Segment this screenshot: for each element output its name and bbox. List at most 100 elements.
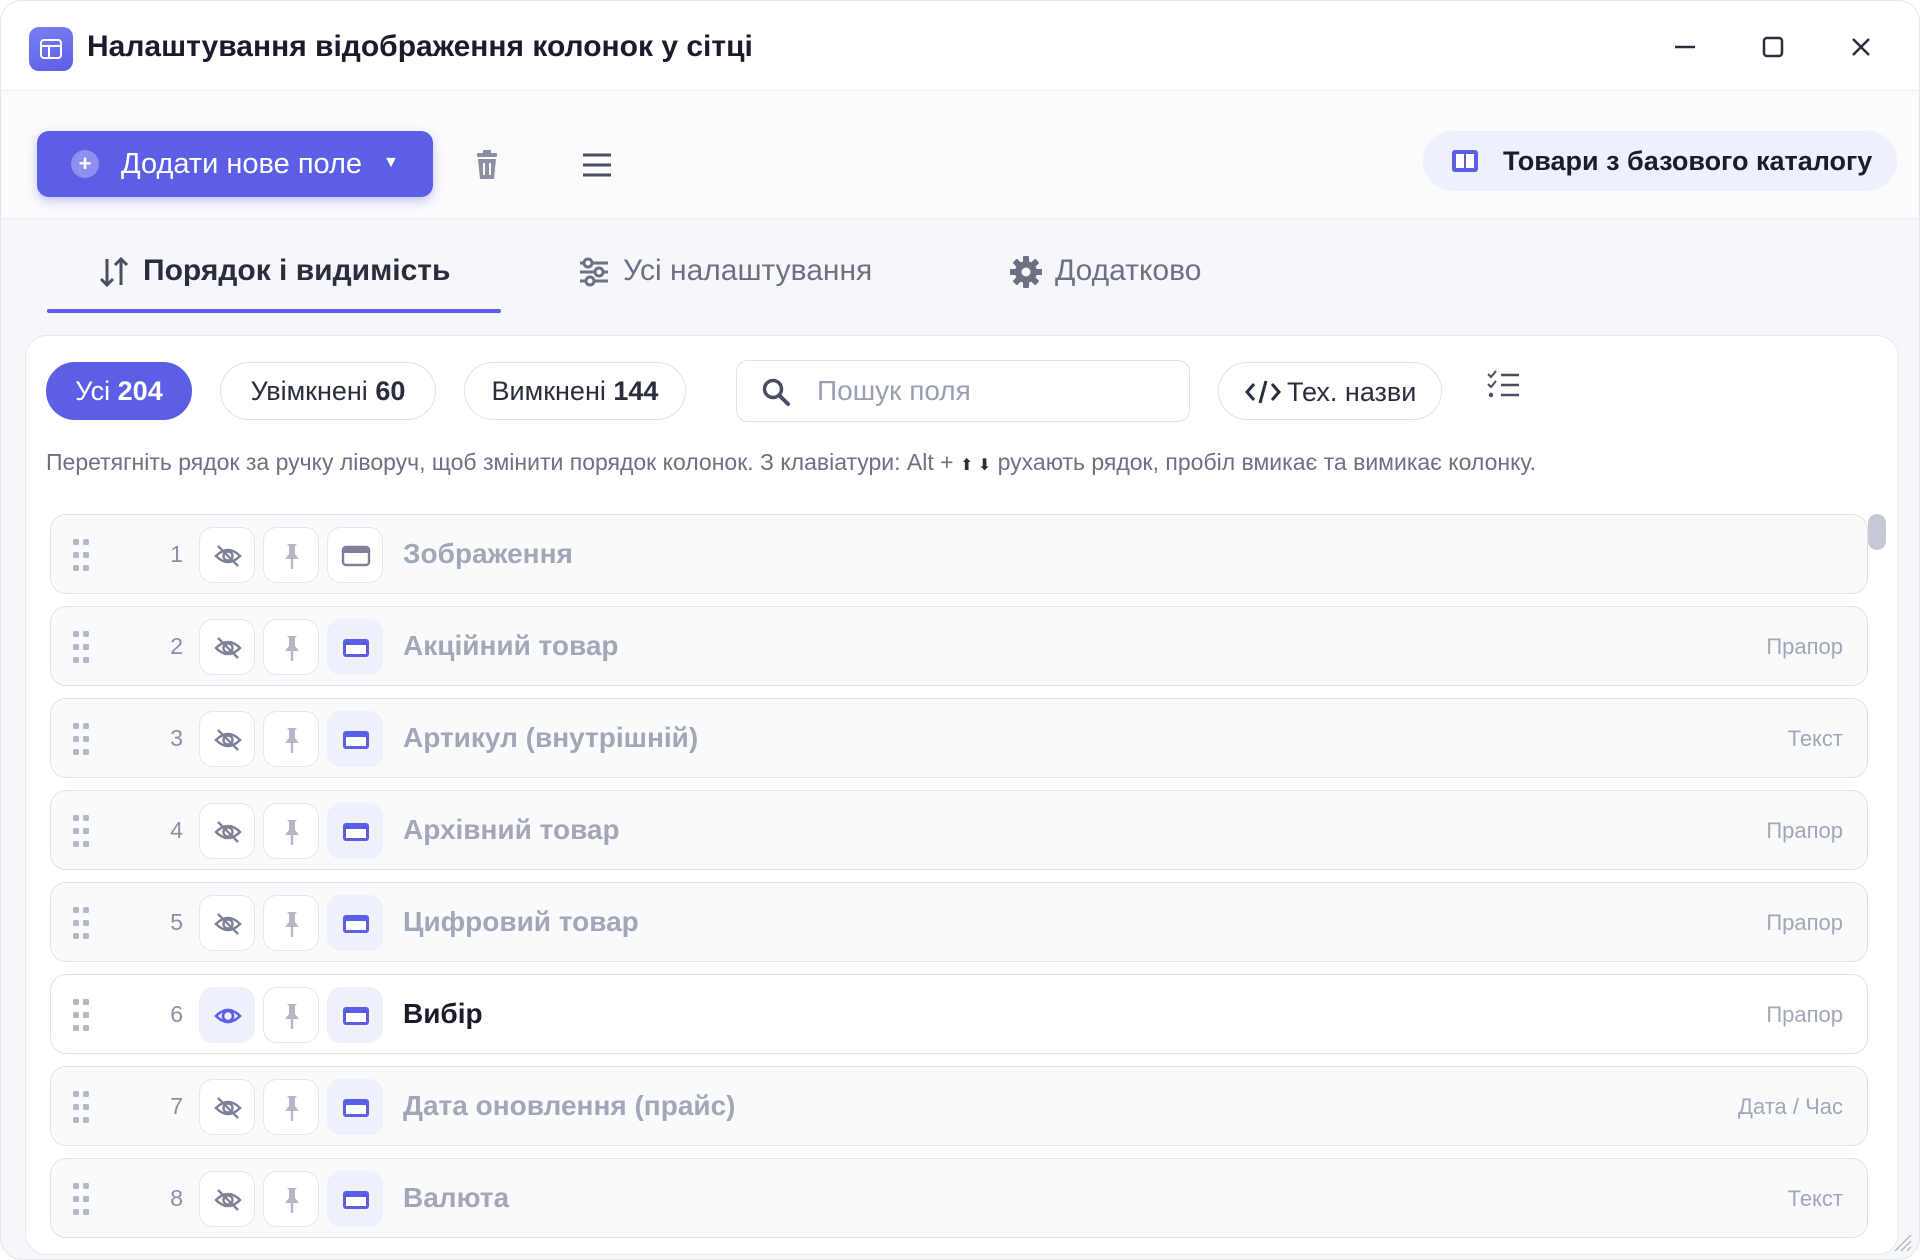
visibility-toggle[interactable] <box>199 987 255 1043</box>
pin-toggle[interactable] <box>263 895 319 951</box>
visibility-toggle[interactable] <box>199 1171 255 1227</box>
window-title: Налаштування відображення колонок у сітц… <box>87 30 753 63</box>
eye-off-icon <box>214 913 242 935</box>
pin-toggle[interactable] <box>263 987 319 1043</box>
tab-bar: Порядок і видимість Усі налаштування Дод… <box>1 219 1919 315</box>
column-row[interactable]: 3 Артикул (внутрішній) Текст <box>50 698 1868 778</box>
column-row[interactable]: 6 Вибір Прапор <box>50 974 1868 1054</box>
eye-off-icon <box>214 1097 242 1119</box>
pin-icon <box>285 544 299 569</box>
column-settings-button[interactable] <box>327 711 383 767</box>
drag-handle-icon[interactable] <box>73 723 91 755</box>
visibility-toggle[interactable] <box>199 527 255 583</box>
field-type: Прапор <box>1766 910 1843 935</box>
drag-handle-icon[interactable] <box>73 999 91 1031</box>
row-number: 8 <box>170 1185 183 1211</box>
catalog-selector-button[interactable]: Товари з базового каталогу <box>1423 131 1897 191</box>
pin-toggle[interactable] <box>263 711 319 767</box>
drag-handle-icon[interactable] <box>73 631 91 663</box>
pin-toggle[interactable] <box>263 803 319 859</box>
column-icon <box>343 1191 369 1209</box>
field-name: Валюта <box>403 1182 510 1213</box>
field-name: Дата оновлення (прайс) <box>403 1090 736 1121</box>
columns-panel: Усі 204 Увімкнені 60 Вимкнені 144 Тех. н… <box>25 335 1899 1255</box>
eye-off-icon <box>214 545 242 567</box>
visibility-toggle[interactable] <box>199 711 255 767</box>
plus-icon: + <box>71 150 99 178</box>
column-settings-button[interactable] <box>327 987 383 1043</box>
search-input[interactable] <box>817 371 1167 411</box>
tab-label: Порядок і видимість <box>143 254 451 287</box>
visibility-toggle[interactable] <box>199 803 255 859</box>
column-icon <box>343 731 369 749</box>
field-name: Вибір <box>403 998 483 1029</box>
field-type: Прапор <box>1766 634 1843 659</box>
column-settings-button[interactable] <box>327 1171 383 1227</box>
filter-count: 204 <box>117 376 163 406</box>
pin-toggle[interactable] <box>263 1079 319 1135</box>
add-field-button[interactable]: + Додати нове поле ▼ <box>37 131 433 197</box>
menu-icon[interactable] <box>577 145 617 185</box>
filter-all-chip[interactable]: Усі 204 <box>46 362 192 420</box>
column-row[interactable]: 8 Валюта Текст <box>50 1158 1868 1238</box>
column-settings-button[interactable] <box>327 619 383 675</box>
resize-grip-icon[interactable] <box>1889 1229 1913 1253</box>
tab-order-visibility[interactable]: Порядок і видимість <box>97 249 497 293</box>
tab-additional[interactable]: Додатково <box>1009 249 1269 293</box>
column-row[interactable]: 7 Дата оновлення (прайс) Дата / Час <box>50 1066 1868 1146</box>
filter-label: Усі <box>75 376 111 406</box>
column-settings-button[interactable] <box>327 527 383 583</box>
tab-all-settings[interactable]: Усі налаштування <box>577 249 917 293</box>
column-row[interactable]: 5 Цифровий товар Прапор <box>50 882 1868 962</box>
caret-down-icon: ▼ <box>383 154 399 171</box>
row-number: 5 <box>170 909 183 935</box>
drag-handle-icon[interactable] <box>73 1183 91 1215</box>
hint-part: Перетягніть рядок за ручку ліворуч, щоб … <box>46 449 954 475</box>
drag-handle-icon[interactable] <box>73 907 91 939</box>
field-name: Архівний товар <box>403 814 620 845</box>
row-number: 2 <box>170 633 183 659</box>
column-row[interactable]: 4 Архівний товар Прапор <box>50 790 1868 870</box>
filter-disabled-chip[interactable]: Вимкнені 144 <box>464 362 686 420</box>
checklist-icon[interactable] <box>1486 368 1522 404</box>
close-button[interactable] <box>1843 29 1879 65</box>
tech-names-toggle[interactable]: Тех. назви <box>1218 362 1442 420</box>
field-type: Текст <box>1787 726 1843 751</box>
filter-label: Вимкнені <box>491 376 606 406</box>
column-icon <box>343 1007 369 1025</box>
drag-handle-icon[interactable] <box>73 539 91 571</box>
visibility-toggle[interactable] <box>199 1079 255 1135</box>
pin-toggle[interactable] <box>263 1171 319 1227</box>
drag-handle-icon[interactable] <box>73 1091 91 1123</box>
filter-enabled-chip[interactable]: Увімкнені 60 <box>220 362 436 420</box>
tech-names-label: Тех. назви <box>1287 377 1417 407</box>
visibility-toggle[interactable] <box>199 619 255 675</box>
field-type: Прапор <box>1766 1002 1843 1027</box>
visibility-toggle[interactable] <box>199 895 255 951</box>
pin-icon <box>285 1188 299 1213</box>
list-scrollbar[interactable] <box>1868 514 1886 550</box>
table-settings-icon <box>29 27 73 71</box>
tab-label: Додатково <box>1055 254 1202 287</box>
eye-icon <box>214 1008 242 1024</box>
minimize-button[interactable] <box>1667 29 1703 65</box>
column-settings-button[interactable] <box>327 895 383 951</box>
column-icon <box>343 1099 369 1117</box>
trash-icon[interactable] <box>467 145 507 185</box>
pin-icon <box>285 912 299 937</box>
pin-icon <box>285 636 299 661</box>
maximize-button[interactable] <box>1755 29 1791 65</box>
column-row[interactable]: 2 Акційний товар Прапор <box>50 606 1868 686</box>
column-row[interactable]: 1 Зображення <box>50 514 1868 594</box>
row-number: 1 <box>170 541 183 567</box>
pin-toggle[interactable] <box>263 527 319 583</box>
field-name: Зображення <box>403 538 573 569</box>
pin-icon <box>285 1004 299 1029</box>
columns-icon <box>1452 150 1478 172</box>
field-name: Акційний товар <box>403 630 619 661</box>
pin-toggle[interactable] <box>263 619 319 675</box>
filter-count: 60 <box>375 376 406 406</box>
column-settings-button[interactable] <box>327 1079 383 1135</box>
drag-handle-icon[interactable] <box>73 815 91 847</box>
column-settings-button[interactable] <box>327 803 383 859</box>
